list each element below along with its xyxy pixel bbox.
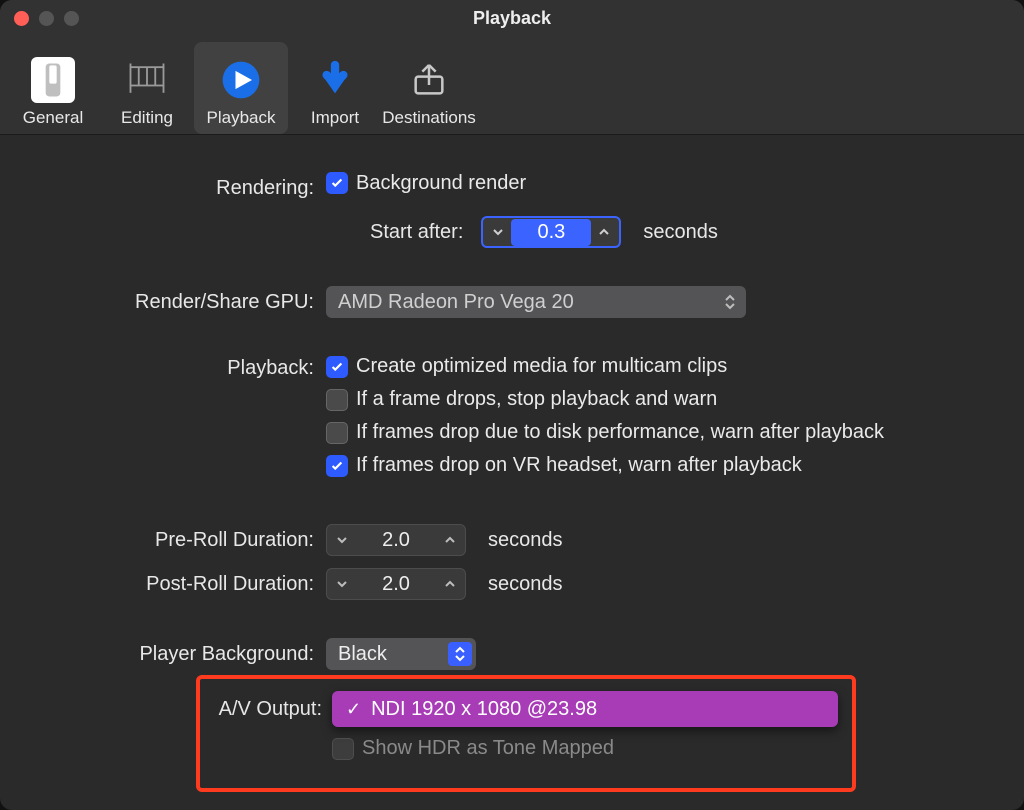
hdr-tonemap-label: Show HDR as Tone Mapped bbox=[362, 737, 614, 760]
vr-warn-checkbox[interactable] bbox=[326, 455, 348, 477]
tab-editing[interactable]: Editing bbox=[100, 42, 194, 134]
optimize-multicam-checkbox[interactable] bbox=[326, 356, 348, 378]
start-after-unit: seconds bbox=[643, 221, 718, 244]
rendering-label: Rendering: bbox=[40, 177, 326, 200]
playerbg-label: Player Background: bbox=[40, 643, 326, 666]
framedrop-stop-checkbox[interactable] bbox=[326, 389, 348, 411]
av-output-selected: NDI 1920 x 1080 @23.98 bbox=[371, 698, 597, 721]
framedrop-stop-label: If a frame drops, stop playback and warn bbox=[356, 388, 717, 411]
tab-destinations[interactable]: Destinations bbox=[382, 42, 476, 134]
hdr-tonemap-checkbox[interactable] bbox=[332, 738, 354, 760]
tab-playback[interactable]: Playback bbox=[194, 42, 288, 134]
stepper-decrement-icon[interactable] bbox=[483, 226, 513, 238]
av-output-dropdown[interactable]: ✓ NDI 1920 x 1080 @23.98 bbox=[332, 691, 838, 727]
diskperf-warn-checkbox[interactable] bbox=[326, 422, 348, 444]
background-render-label: Background render bbox=[356, 172, 526, 195]
postroll-unit: seconds bbox=[488, 573, 563, 596]
prefs-toolbar: General Editing Playback Import Destinat… bbox=[0, 36, 1024, 135]
playback-label: Playback: bbox=[40, 355, 326, 380]
destinations-icon bbox=[407, 58, 451, 102]
titlebar: Playback bbox=[0, 0, 1024, 36]
start-after-stepper[interactable]: 0.3 bbox=[481, 216, 621, 248]
optimize-multicam-label: Create optimized media for multicam clip… bbox=[356, 355, 727, 378]
preroll-unit: seconds bbox=[488, 529, 563, 552]
editing-icon bbox=[125, 58, 169, 102]
postroll-value: 2.0 bbox=[357, 573, 435, 596]
stepper-decrement-icon[interactable] bbox=[327, 534, 357, 546]
background-render-checkbox[interactable] bbox=[326, 172, 348, 194]
window-title: Playback bbox=[0, 8, 1024, 29]
general-icon bbox=[31, 58, 75, 102]
select-arrows-icon bbox=[448, 642, 472, 666]
check-icon: ✓ bbox=[346, 699, 361, 720]
av-output-highlight: A/V Output: ✓ NDI 1920 x 1080 @23.98 Sho… bbox=[196, 675, 856, 792]
playback-icon bbox=[219, 58, 263, 102]
stepper-increment-icon[interactable] bbox=[589, 226, 619, 238]
start-after-label: Start after: bbox=[370, 221, 463, 244]
preroll-stepper[interactable]: 2.0 bbox=[326, 524, 466, 556]
start-after-value: 0.3 bbox=[513, 221, 589, 244]
preferences-window: Playback General Editing Playback Import bbox=[0, 0, 1024, 810]
render-gpu-value: AMD Radeon Pro Vega 20 bbox=[338, 291, 574, 314]
av-output-label: A/V Output: bbox=[214, 698, 332, 721]
stepper-increment-icon[interactable] bbox=[435, 534, 465, 546]
select-arrows-icon bbox=[718, 290, 742, 314]
postroll-label: Post-Roll Duration: bbox=[40, 573, 326, 596]
diskperf-warn-label: If frames drop due to disk performance, … bbox=[356, 421, 884, 444]
player-background-select[interactable]: Black bbox=[326, 638, 476, 670]
tab-import[interactable]: Import bbox=[288, 42, 382, 134]
player-background-value: Black bbox=[338, 643, 387, 666]
preroll-label: Pre-Roll Duration: bbox=[40, 529, 326, 552]
postroll-stepper[interactable]: 2.0 bbox=[326, 568, 466, 600]
stepper-increment-icon[interactable] bbox=[435, 578, 465, 590]
tab-general[interactable]: General bbox=[6, 42, 100, 134]
stepper-decrement-icon[interactable] bbox=[327, 578, 357, 590]
vr-warn-label: If frames drop on VR headset, warn after… bbox=[356, 454, 802, 477]
import-icon bbox=[313, 58, 357, 102]
playback-pane: Rendering: Background render Start after… bbox=[0, 135, 1024, 810]
render-gpu-select[interactable]: AMD Radeon Pro Vega 20 bbox=[326, 286, 746, 318]
preroll-value: 2.0 bbox=[357, 529, 435, 552]
gpu-label: Render/Share GPU: bbox=[40, 291, 326, 314]
